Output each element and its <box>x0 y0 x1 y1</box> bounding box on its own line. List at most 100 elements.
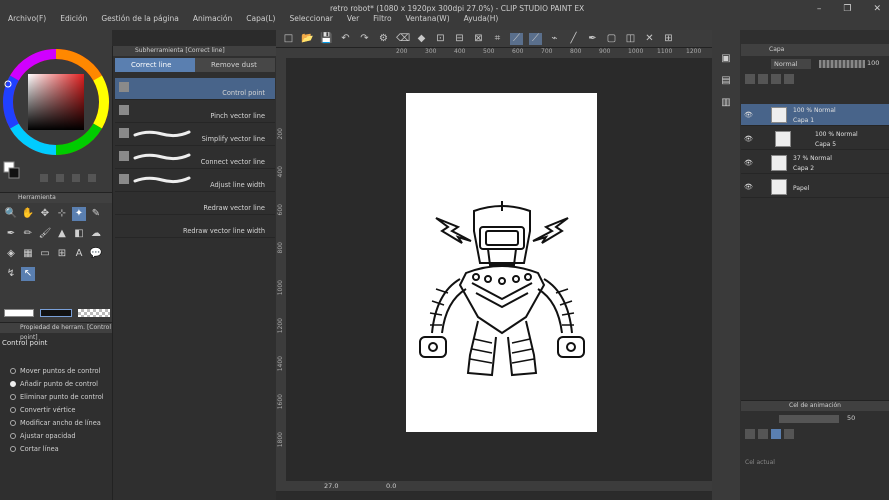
layer-row[interactable]: 👁 37 % Normal Capa 2 <box>741 152 889 174</box>
layer-property-icon[interactable]: ▥ <box>719 96 733 110</box>
menu-item-1[interactable]: Edición <box>60 14 87 23</box>
tool-option[interactable]: Añadir punto de control <box>10 380 98 388</box>
eyedropper-icon[interactable]: ✎ <box>89 207 103 221</box>
tab-correct-line[interactable]: Correct line <box>115 58 195 72</box>
anim-opacity-slider[interactable] <box>779 415 839 423</box>
settings-icon[interactable]: ⚙ <box>377 33 390 45</box>
clear-icon[interactable]: ⌫ <box>396 33 410 45</box>
text-icon[interactable]: A <box>72 247 86 261</box>
blend-icon[interactable]: ☁ <box>89 227 103 241</box>
invert-icon[interactable]: ⊠ <box>472 33 485 45</box>
eye-icon[interactable]: 👁 <box>744 111 753 119</box>
subtool-item[interactable]: Adjust line width <box>115 170 275 192</box>
eye-icon[interactable]: 👁 <box>744 135 753 143</box>
deselect-icon[interactable]: ⊟ <box>453 33 466 45</box>
tool-option[interactable]: Mover puntos de control <box>10 367 100 375</box>
frame-icon[interactable]: ⊞ <box>55 247 69 261</box>
tool-option[interactable]: Eliminar punto de control <box>10 393 104 401</box>
navigator-icon[interactable]: ▣ <box>719 52 733 66</box>
fill-icon[interactable]: ◆ <box>415 33 428 45</box>
subtool-item[interactable]: Redraw vector line width <box>115 216 275 238</box>
material-icon[interactable]: ▤ <box>719 74 733 88</box>
radio-icon[interactable] <box>10 368 16 374</box>
crop-icon[interactable]: ⌗ <box>491 33 504 45</box>
layer-move-icon[interactable]: ⊹ <box>55 207 69 221</box>
line-drawing-icon[interactable]: ↯ <box>4 267 18 281</box>
main-color-swatch[interactable] <box>4 309 34 317</box>
subtool-item[interactable]: Simplify vector line <box>115 124 275 146</box>
zoom-icon[interactable]: 🔍 <box>4 207 18 221</box>
subtool-item[interactable]: Control point <box>115 78 275 100</box>
subtool-item[interactable]: Pinch vector line <box>115 101 275 123</box>
mask-icon[interactable]: ◫ <box>624 33 637 45</box>
pencil-icon[interactable]: ✏ <box>21 227 35 241</box>
snap-special-icon[interactable]: ⟋ <box>529 32 542 45</box>
radio-icon[interactable] <box>10 381 16 387</box>
opacity-slider[interactable] <box>819 60 865 68</box>
eye-icon[interactable]: 👁 <box>744 159 753 167</box>
minimize-button[interactable]: – <box>817 4 822 14</box>
color-wheel[interactable] <box>0 30 112 192</box>
figure-icon[interactable]: ▭ <box>38 247 52 261</box>
line-icon[interactable]: ╱ <box>567 33 580 45</box>
radio-icon[interactable] <box>10 407 16 413</box>
angle-value[interactable]: 0.0 <box>386 482 396 490</box>
eraser-icon[interactable]: ◧ <box>72 227 86 241</box>
radio-icon[interactable] <box>10 446 16 452</box>
tool-option[interactable]: Convertir vértice <box>10 406 75 414</box>
subtool-item[interactable]: Redraw vector line <box>115 193 275 215</box>
move-icon[interactable]: ✥ <box>38 207 52 221</box>
auto-select-icon[interactable]: ✦ <box>72 207 86 221</box>
snap-grid-icon[interactable]: ⌁ <box>548 33 561 45</box>
radio-icon[interactable] <box>10 420 16 426</box>
layer-row[interactable]: 👁 100 % Normal Capa 1 <box>741 104 889 126</box>
transform-icon[interactable]: ⊡ <box>434 33 447 45</box>
save-icon[interactable]: 💾 <box>320 33 333 45</box>
blend-mode-select[interactable]: Normal <box>771 59 811 69</box>
eye-icon[interactable]: 👁 <box>744 183 753 191</box>
tab-remove-dust[interactable]: Remove dust <box>195 58 275 72</box>
transparent-swatch[interactable] <box>78 309 110 317</box>
brush-icon[interactable]: ✒ <box>586 33 599 45</box>
menu-item-2[interactable]: Gestión de la página <box>101 14 178 23</box>
tool-option[interactable]: Cortar línea <box>10 445 59 453</box>
tool-option[interactable]: Modificar ancho de línea <box>10 419 101 427</box>
anim-value[interactable]: 50 <box>847 414 855 422</box>
undo-icon[interactable]: ↶ <box>339 33 352 45</box>
radio-icon[interactable] <box>10 433 16 439</box>
zoom-value[interactable]: 27.0 <box>324 482 338 490</box>
pen-icon[interactable]: ✒ <box>4 227 18 241</box>
menu-item-5[interactable]: Seleccionar <box>289 14 332 23</box>
balloon-icon[interactable]: 💬 <box>89 247 103 261</box>
menu-item-8[interactable]: Ventana(W) <box>406 14 450 23</box>
menu-item-4[interactable]: Capa(L) <box>246 14 275 23</box>
hand-icon[interactable]: ✋ <box>21 207 35 221</box>
new-icon[interactable]: □ <box>282 33 295 45</box>
frame-icon[interactable]: ▢ <box>605 33 618 45</box>
canvas-paper[interactable] <box>406 93 597 432</box>
brush-icon[interactable]: 🖌 <box>38 227 52 241</box>
correct-line-icon[interactable]: ↖ <box>21 267 35 281</box>
radio-icon[interactable] <box>10 394 16 400</box>
maximize-button[interactable]: ❐ <box>843 4 851 14</box>
opacity-value[interactable]: 100 <box>867 59 879 67</box>
redo-icon[interactable]: ↷ <box>358 33 371 45</box>
close-button[interactable]: ✕ <box>873 4 881 14</box>
fill-icon[interactable]: ◈ <box>4 247 18 261</box>
gradient-icon[interactable]: ▦ <box>21 247 35 261</box>
menu-item-9[interactable]: Ayuda(H) <box>464 14 499 23</box>
menu-item-0[interactable]: Archivo(F) <box>8 14 46 23</box>
layer-row[interactable]: 👁 Papel <box>741 176 889 198</box>
snap-ruler-icon[interactable]: ⟋ <box>510 32 523 45</box>
tool-option[interactable]: Ajustar opacidad <box>10 432 76 440</box>
airbrush-icon[interactable]: ▲ <box>55 227 69 241</box>
menu-item-6[interactable]: Ver <box>347 14 359 23</box>
subtool-item[interactable]: Connect vector line <box>115 147 275 169</box>
grid-icon[interactable]: ⊞ <box>662 33 675 45</box>
layer-row[interactable]: 👁 100 % Normal Capa 5 <box>741 128 889 150</box>
sub-color-swatch[interactable] <box>40 309 72 317</box>
cross-icon[interactable]: ✕ <box>643 33 656 45</box>
open-icon[interactable]: 📂 <box>301 33 314 45</box>
menu-item-3[interactable]: Animación <box>193 14 232 23</box>
menu-item-7[interactable]: Filtro <box>373 14 391 23</box>
